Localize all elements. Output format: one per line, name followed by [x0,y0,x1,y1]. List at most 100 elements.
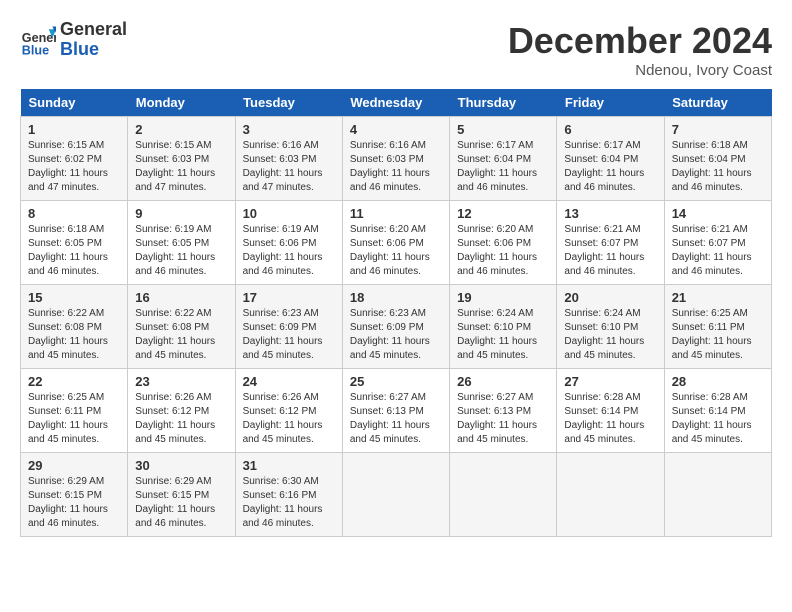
calendar-day-31: 31Sunrise: 6:30 AMSunset: 6:16 PMDayligh… [235,453,342,537]
day-number: 11 [350,206,442,221]
logo-icon: General Blue [20,22,56,58]
day-number: 23 [135,374,227,389]
calendar-day-8: 8 Sunrise: 6:18 AMSunset: 6:05 PMDaylight… [21,201,128,285]
day-number: 6 [564,122,656,137]
calendar-day-10: 10 Sunrise: 6:19 AMSunset: 6:06 PMDayligh… [235,201,342,285]
calendar-day-16: 16Sunrise: 6:22 AMSunset: 6:08 PMDayligh… [128,285,235,369]
empty-cell [342,453,449,537]
calendar-day-3: 3 Sunrise: 6:16 AMSunset: 6:03 PMDaylight… [235,117,342,201]
calendar-day-20: 20 Sunrise: 6:24 AMSunset: 6:10 PMDayligh… [557,285,664,369]
calendar-day-27: 27 Sunrise: 6:28 AMSunset: 6:14 PMDayligh… [557,369,664,453]
calendar-day-9: 9 Sunrise: 6:19 AMSunset: 6:05 PMDaylight… [128,201,235,285]
page-header: General Blue General Blue December 2024 … [20,20,772,79]
day-info: Sunrise: 6:19 AMSunset: 6:06 PMDaylight:… [243,223,335,279]
empty-cell [664,453,771,537]
logo-general: General [60,19,127,39]
calendar-table: SundayMondayTuesdayWednesdayThursdayFrid… [20,89,772,537]
calendar-day-21: 21 Sunrise: 6:25 AMSunset: 6:11 PMDayligh… [664,285,771,369]
column-header-saturday: Saturday [664,89,771,117]
day-info: Sunrise: 6:18 AMSunset: 6:04 PMDaylight:… [672,139,764,195]
day-number: 20 [564,290,656,305]
calendar-day-6: 6Sunrise: 6:17 AMSunset: 6:04 PMDaylight… [557,117,664,201]
day-number: 12 [457,206,549,221]
month-title: December 2024 [508,20,772,62]
day-info: Sunrise: 6:16 AMSunset: 6:03 PMDaylight:… [243,139,335,195]
day-info: Sunrise: 6:26 AMSunset: 6:12 PMDaylight:… [135,391,227,447]
location: Ndenou, Ivory Coast [508,62,772,79]
day-number: 22 [28,374,120,389]
day-info: Sunrise: 6:28 AMSunset: 6:14 PMDaylight:… [672,391,764,447]
day-info: Sunrise: 6:24 AMSunset: 6:10 PMDaylight:… [564,307,656,363]
column-header-tuesday: Tuesday [235,89,342,117]
day-number: 4 [350,122,442,137]
calendar-day-1: 1Sunrise: 6:15 AMSunset: 6:02 PMDaylight… [21,117,128,201]
day-info: Sunrise: 6:26 AMSunset: 6:12 PMDaylight:… [243,391,335,447]
calendar-day-14: 14Sunrise: 6:21 AMSunset: 6:07 PMDayligh… [664,201,771,285]
day-number: 24 [243,374,335,389]
logo: General Blue General Blue [20,20,127,60]
calendar-day-24: 24 Sunrise: 6:26 AMSunset: 6:12 PMDayligh… [235,369,342,453]
day-number: 10 [243,206,335,221]
calendar-day-19: 19Sunrise: 6:24 AMSunset: 6:10 PMDayligh… [450,285,557,369]
day-info: Sunrise: 6:23 AMSunset: 6:09 PMDaylight:… [243,307,335,363]
day-info: Sunrise: 6:25 AMSunset: 6:11 PMDaylight:… [672,307,764,363]
calendar-day-17: 17 Sunrise: 6:23 AMSunset: 6:09 PMDayligh… [235,285,342,369]
day-info: Sunrise: 6:18 AMSunset: 6:05 PMDaylight:… [28,223,120,279]
calendar-day-13: 13 Sunrise: 6:21 AMSunset: 6:07 PMDayligh… [557,201,664,285]
logo-blue: Blue [60,40,127,60]
day-number: 9 [135,206,227,221]
day-number: 14 [672,206,764,221]
calendar-day-22: 22 Sunrise: 6:25 AMSunset: 6:11 PMDayligh… [21,369,128,453]
day-number: 13 [564,206,656,221]
empty-cell [557,453,664,537]
calendar-week-4: 22 Sunrise: 6:25 AMSunset: 6:11 PMDayligh… [21,369,772,453]
column-header-thursday: Thursday [450,89,557,117]
calendar-day-7: 7Sunrise: 6:18 AMSunset: 6:04 PMDaylight… [664,117,771,201]
day-number: 29 [28,458,120,473]
day-info: Sunrise: 6:22 AMSunset: 6:08 PMDaylight:… [135,307,227,363]
day-info: Sunrise: 6:27 AMSunset: 6:13 PMDaylight:… [350,391,442,447]
day-number: 18 [350,290,442,305]
day-number: 17 [243,290,335,305]
column-header-wednesday: Wednesday [342,89,449,117]
day-number: 3 [243,122,335,137]
calendar-week-1: 1Sunrise: 6:15 AMSunset: 6:02 PMDaylight… [21,117,772,201]
day-info: Sunrise: 6:25 AMSunset: 6:11 PMDaylight:… [28,391,120,447]
day-info: Sunrise: 6:19 AMSunset: 6:05 PMDaylight:… [135,223,227,279]
day-number: 30 [135,458,227,473]
day-number: 8 [28,206,120,221]
calendar-day-2: 2Sunrise: 6:15 AMSunset: 6:03 PMDaylight… [128,117,235,201]
day-info: Sunrise: 6:27 AMSunset: 6:13 PMDaylight:… [457,391,549,447]
day-number: 31 [243,458,335,473]
day-info: Sunrise: 6:24 AMSunset: 6:10 PMDaylight:… [457,307,549,363]
day-number: 26 [457,374,549,389]
calendar-day-26: 26 Sunrise: 6:27 AMSunset: 6:13 PMDayligh… [450,369,557,453]
day-number: 5 [457,122,549,137]
day-info: Sunrise: 6:29 AMSunset: 6:15 PMDaylight:… [28,475,120,531]
day-number: 25 [350,374,442,389]
calendar-day-29: 29 Sunrise: 6:29 AMSunset: 6:15 PMDayligh… [21,453,128,537]
day-info: Sunrise: 6:21 AMSunset: 6:07 PMDaylight:… [564,223,656,279]
calendar-day-25: 25 Sunrise: 6:27 AMSunset: 6:13 PMDayligh… [342,369,449,453]
day-info: Sunrise: 6:28 AMSunset: 6:14 PMDaylight:… [564,391,656,447]
calendar-day-15: 15Sunrise: 6:22 AMSunset: 6:08 PMDayligh… [21,285,128,369]
empty-cell [450,453,557,537]
day-number: 2 [135,122,227,137]
title-block: December 2024 Ndenou, Ivory Coast [508,20,772,79]
day-number: 28 [672,374,764,389]
calendar-day-30: 30Sunrise: 6:29 AMSunset: 6:15 PMDayligh… [128,453,235,537]
svg-text:Blue: Blue [22,43,49,57]
day-info: Sunrise: 6:20 AMSunset: 6:06 PMDaylight:… [350,223,442,279]
calendar-day-28: 28 Sunrise: 6:28 AMSunset: 6:14 PMDayligh… [664,369,771,453]
day-number: 27 [564,374,656,389]
calendar-week-2: 8 Sunrise: 6:18 AMSunset: 6:05 PMDaylight… [21,201,772,285]
day-info: Sunrise: 6:20 AMSunset: 6:06 PMDaylight:… [457,223,549,279]
column-header-sunday: Sunday [21,89,128,117]
calendar-header-row: SundayMondayTuesdayWednesdayThursdayFrid… [21,89,772,117]
day-info: Sunrise: 6:16 AMSunset: 6:03 PMDaylight:… [350,139,442,195]
day-number: 21 [672,290,764,305]
column-header-friday: Friday [557,89,664,117]
calendar-day-23: 23 Sunrise: 6:26 AMSunset: 6:12 PMDayligh… [128,369,235,453]
day-info: Sunrise: 6:15 AMSunset: 6:02 PMDaylight:… [28,139,120,195]
day-number: 15 [28,290,120,305]
